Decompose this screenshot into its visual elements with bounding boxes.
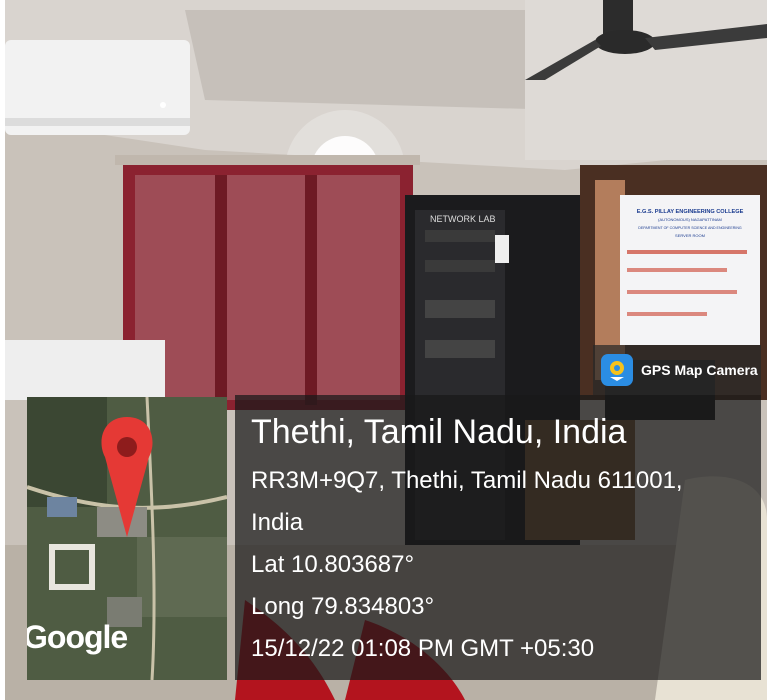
badge-label: GPS Map Camera	[641, 362, 758, 378]
air-conditioner	[5, 40, 190, 135]
longitude-text: Long 79.834803°	[251, 593, 435, 620]
gps-map-camera-badge: GPS Map Camera	[593, 345, 761, 395]
rack-label: NETWORK LAB	[430, 214, 496, 224]
sign-line-1: E.G.S. PILLAY ENGINEERING COLLEGE	[637, 209, 744, 215]
sign-line-3: DEPARTMENT OF COMPUTER SCIENCE AND ENGIN…	[638, 226, 742, 230]
location-title: Thethi, Tamil Nadu, India	[251, 413, 627, 451]
address-line-2: India	[251, 509, 304, 536]
sign-line-2: (AUTONOMOUS) NAGAPATTINAM	[658, 217, 722, 222]
latitude-text: Lat 10.803687°	[251, 551, 415, 578]
photo-frame: NETWORK LAB E.G.S. PILLAY ENGINEERING CO…	[5, 0, 767, 700]
timestamp-text: 15/12/22 01:08 PM GMT +05:30	[251, 635, 595, 662]
address-line-1: RR3M+9Q7, Thethi, Tamil Nadu 611001,	[251, 467, 683, 494]
location-info-panel: Thethi, Tamil Nadu, India RR3M+9Q7, Thet…	[235, 395, 761, 680]
gps-map-camera-icon	[601, 354, 633, 386]
server-room-sign: E.G.S. PILLAY ENGINEERING COLLEGE (AUTON…	[620, 195, 760, 345]
sign-line-4: SERVER ROOM	[675, 233, 705, 238]
location-map-thumbnail: Google	[27, 397, 227, 680]
google-watermark: Google	[27, 619, 128, 655]
